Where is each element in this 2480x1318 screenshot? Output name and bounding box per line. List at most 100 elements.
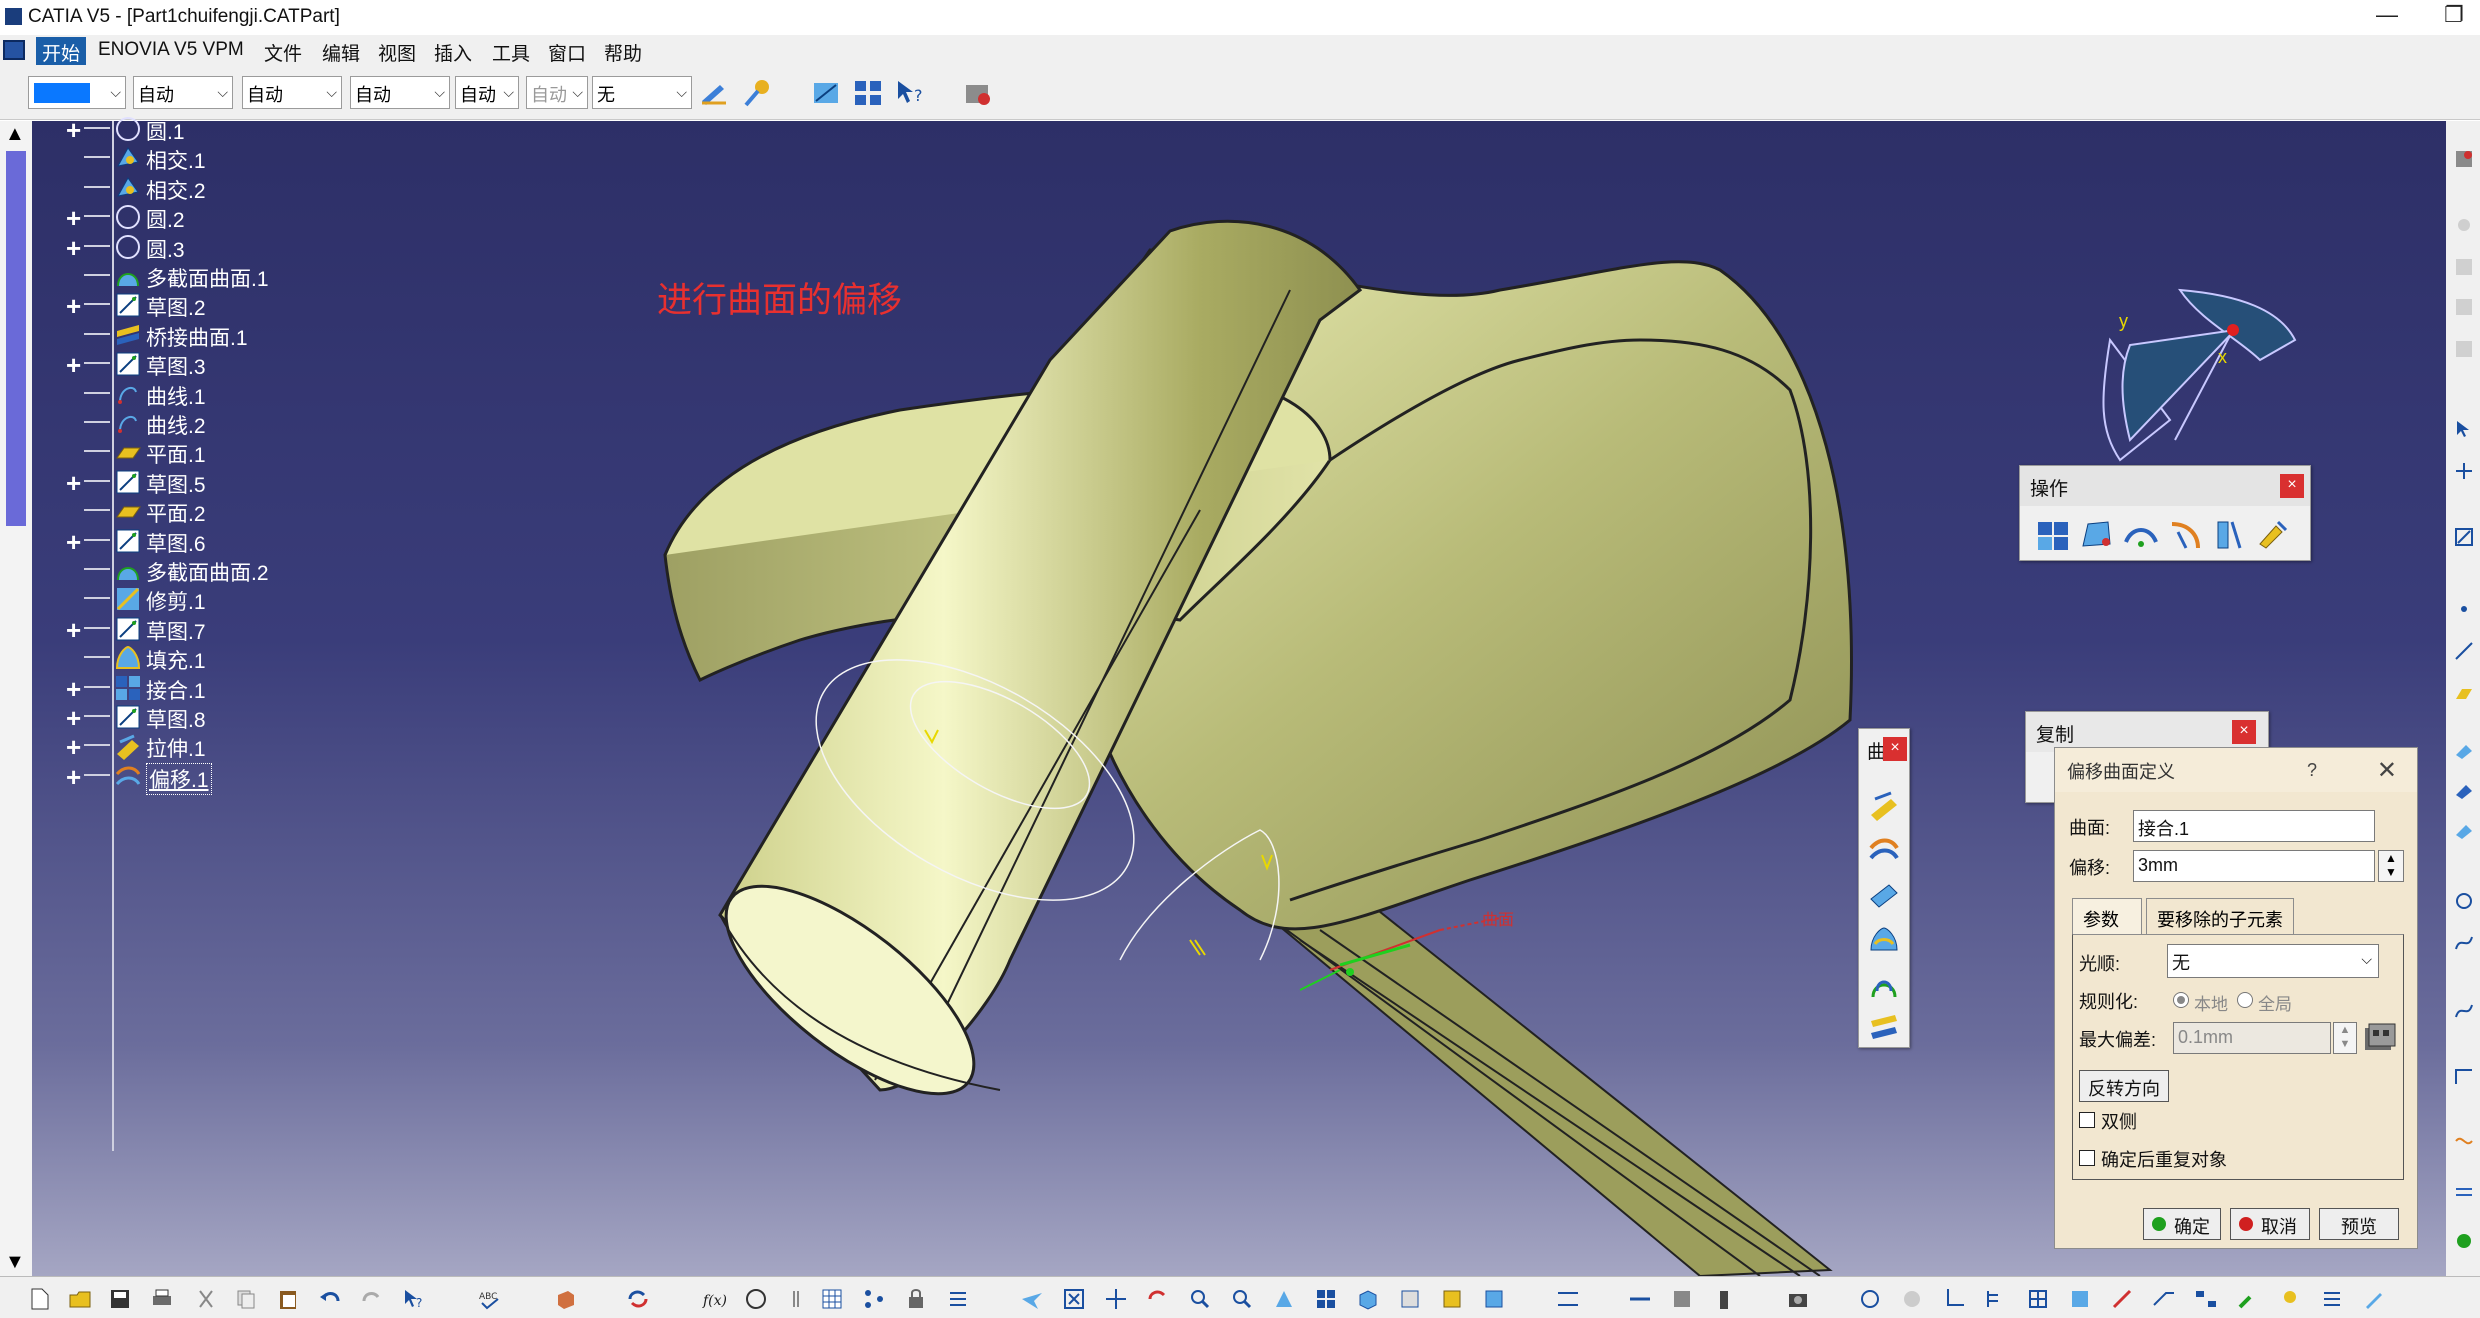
formula-icon[interactable]: f(x) bbox=[702, 1287, 726, 1311]
close-icon[interactable]: × bbox=[2232, 720, 2256, 744]
tab-parameters[interactable]: 参数 bbox=[2072, 898, 2142, 934]
offset-field[interactable]: 3mm bbox=[2133, 850, 2375, 882]
sphere-tool-icon[interactable] bbox=[2454, 821, 2474, 841]
circle-tool-icon[interactable] bbox=[2454, 891, 2474, 911]
rotate-icon[interactable] bbox=[1146, 1287, 1170, 1311]
helix-tool-icon[interactable] bbox=[2454, 1001, 2474, 1021]
linetype-select[interactable]: 自动 ⌵ bbox=[133, 76, 233, 109]
draft-icon[interactable] bbox=[2152, 1287, 2176, 1311]
transform-icon[interactable] bbox=[2256, 518, 2290, 552]
dialog-close-button[interactable]: ✕ bbox=[2377, 756, 2397, 785]
expand-icon[interactable]: + bbox=[66, 703, 81, 734]
offset-surface-icon[interactable] bbox=[1867, 834, 1901, 868]
revolve-tool-icon[interactable] bbox=[2454, 781, 2474, 801]
update-icon[interactable] bbox=[626, 1287, 650, 1311]
offset-spinner[interactable]: ▲ ▼ bbox=[2378, 850, 2404, 882]
regularize-global-radio[interactable] bbox=[2237, 992, 2253, 1008]
whats-this-icon[interactable]: ? bbox=[894, 77, 926, 109]
material-icon[interactable] bbox=[742, 77, 774, 109]
fill-icon[interactable] bbox=[1867, 924, 1901, 958]
fly-mode-icon[interactable] bbox=[1020, 1287, 1044, 1311]
tree-scrollbar[interactable]: ▲ ▼ bbox=[0, 121, 32, 1276]
new-file-icon[interactable] bbox=[28, 1287, 52, 1311]
app-menu-icon[interactable] bbox=[3, 40, 25, 60]
expand-icon[interactable]: + bbox=[66, 291, 81, 322]
zoom-out-icon[interactable] bbox=[1230, 1287, 1254, 1311]
deviation-analysis-icon[interactable] bbox=[2361, 1020, 2397, 1056]
expand-icon[interactable]: + bbox=[66, 468, 81, 499]
design-table-icon[interactable] bbox=[820, 1287, 844, 1311]
camera-icon[interactable] bbox=[1786, 1287, 1810, 1311]
none-select[interactable]: 无 ⌵ bbox=[592, 76, 692, 109]
workbench-icon[interactable] bbox=[2454, 149, 2474, 169]
ok-button[interactable]: 确定 bbox=[2143, 1208, 2221, 1240]
extrude-tool-icon[interactable] bbox=[2454, 741, 2474, 761]
surface-field[interactable]: 接合.1 bbox=[2133, 810, 2375, 842]
save-icon[interactable] bbox=[108, 1287, 132, 1311]
axis-system-icon[interactable] bbox=[2454, 461, 2474, 481]
light-icon[interactable] bbox=[2278, 1287, 2302, 1311]
tab-subelements-to-remove[interactable]: 要移除的子元素 bbox=[2146, 898, 2294, 934]
point-tool-icon[interactable] bbox=[2454, 599, 2474, 619]
apply-material-icon[interactable] bbox=[962, 77, 994, 109]
color-select[interactable]: ⌵ bbox=[28, 76, 126, 109]
regularize-local-radio[interactable] bbox=[2173, 992, 2189, 1008]
inertia-icon[interactable] bbox=[1670, 1287, 1694, 1311]
help-icon[interactable]: ? bbox=[402, 1287, 426, 1311]
lock-icon[interactable] bbox=[904, 1287, 928, 1311]
point-icon[interactable] bbox=[2454, 215, 2474, 235]
extrude-surface-icon[interactable] bbox=[1867, 789, 1901, 823]
menu-insert[interactable]: 插入 bbox=[428, 37, 478, 68]
menu-help[interactable]: 帮助 bbox=[598, 37, 648, 68]
menu-edit[interactable]: 编辑 bbox=[316, 37, 366, 68]
max-deviation-spinner[interactable]: ▲ ▼ bbox=[2333, 1022, 2357, 1054]
swap-visible-icon[interactable] bbox=[1482, 1287, 1506, 1311]
scroll-down-arrow-icon[interactable]: ▼ bbox=[5, 1251, 25, 1274]
table-icon[interactable] bbox=[788, 1287, 812, 1311]
expand-icon[interactable]: + bbox=[66, 115, 81, 146]
catalog-icon[interactable] bbox=[852, 77, 884, 109]
grid-icon[interactable] bbox=[2026, 1287, 2050, 1311]
constraint-icon[interactable] bbox=[2110, 1287, 2134, 1311]
shading-icon[interactable] bbox=[1398, 1287, 1422, 1311]
expand-icon[interactable]: + bbox=[66, 732, 81, 763]
both-sides-checkbox[interactable] bbox=[2079, 1112, 2095, 1128]
spline-tool-icon[interactable] bbox=[2454, 933, 2474, 953]
painter-icon[interactable] bbox=[698, 77, 730, 109]
cancel-button[interactable]: 取消 bbox=[2230, 1208, 2310, 1240]
hide-show-icon[interactable] bbox=[1440, 1287, 1464, 1311]
parameters-icon[interactable] bbox=[862, 1287, 886, 1311]
sketch-toolbar-icon[interactable] bbox=[810, 77, 842, 109]
select-arrow-icon[interactable] bbox=[2454, 419, 2474, 439]
expand-icon[interactable]: + bbox=[66, 527, 81, 558]
measure-icon[interactable] bbox=[1556, 1287, 1580, 1311]
sweep-icon[interactable] bbox=[1867, 879, 1901, 913]
iso-view-icon[interactable] bbox=[1356, 1287, 1380, 1311]
connect-curve-icon[interactable] bbox=[2454, 1131, 2474, 1151]
hierarchy-icon[interactable] bbox=[2194, 1287, 2218, 1311]
expand-icon[interactable]: + bbox=[66, 233, 81, 264]
normal-view-icon[interactable] bbox=[1272, 1287, 1296, 1311]
layers-icon[interactable] bbox=[2068, 1287, 2092, 1311]
undo-icon[interactable] bbox=[318, 1287, 342, 1311]
expand-icon[interactable]: + bbox=[66, 762, 81, 793]
menu-view[interactable]: 视图 bbox=[372, 37, 422, 68]
blend-icon[interactable] bbox=[1867, 1009, 1901, 1043]
measure-between-icon[interactable] bbox=[1628, 1287, 1652, 1311]
healing-icon[interactable] bbox=[2080, 518, 2114, 552]
surface-analysis-icon[interactable] bbox=[2454, 1231, 2474, 1251]
bottle-icon[interactable] bbox=[1712, 1287, 1736, 1311]
sketcher-icon[interactable] bbox=[2454, 527, 2474, 547]
menu-tools[interactable]: 工具 bbox=[486, 37, 536, 68]
list-icon[interactable] bbox=[946, 1287, 970, 1311]
scroll-thumb[interactable] bbox=[6, 151, 26, 526]
axis-icon[interactable] bbox=[1942, 1287, 1966, 1311]
copy-icon[interactable] bbox=[234, 1287, 258, 1311]
pencil-icon[interactable] bbox=[2362, 1287, 2386, 1311]
pan-icon[interactable] bbox=[1104, 1287, 1128, 1311]
menu-enovia[interactable]: ENOVIA V5 VPM bbox=[92, 37, 250, 63]
trim-icon[interactable] bbox=[2168, 518, 2202, 552]
restore-button[interactable]: ❐ bbox=[2444, 2, 2464, 28]
expand-icon[interactable]: + bbox=[66, 203, 81, 234]
boundary-icon[interactable] bbox=[2212, 518, 2246, 552]
